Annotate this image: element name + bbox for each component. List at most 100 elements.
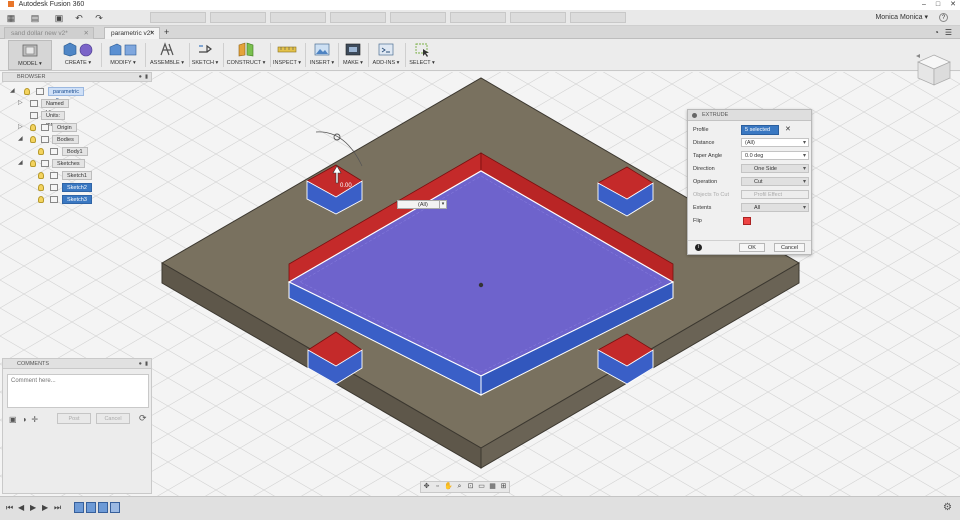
timeline-end-icon[interactable]: ⏭ xyxy=(54,503,61,513)
visibility-bulb-icon[interactable] xyxy=(38,148,44,155)
timeline-feature-sketch[interactable] xyxy=(74,502,84,513)
snapshot-icon[interactable]: ◑ xyxy=(22,415,27,424)
close-window-icon[interactable]: ✕ xyxy=(950,0,956,10)
direction-select[interactable]: One Side xyxy=(741,164,809,173)
pan-icon[interactable]: ✋ xyxy=(443,482,454,492)
notifications-icon[interactable]: ☰ xyxy=(945,27,952,38)
minimize-icon[interactable]: – xyxy=(922,0,926,10)
assemble-menu-button[interactable]: ASSEMBLE ▾ xyxy=(148,40,186,70)
cancel-comment-button[interactable]: Cancel xyxy=(96,413,130,424)
distance-field[interactable]: (All) xyxy=(741,138,809,147)
visibility-bulb-icon[interactable] xyxy=(30,160,36,167)
comments-header[interactable]: COMMENTS ● ▮ xyxy=(3,359,151,369)
profile-selection-button[interactable]: 5 selected xyxy=(741,125,779,135)
web-tab[interactable] xyxy=(570,12,626,23)
orbit-icon[interactable]: ✥ xyxy=(421,482,432,492)
create-menu-button[interactable]: CREATE ▾ xyxy=(58,40,98,70)
look-at-icon[interactable]: ▫ xyxy=(432,482,443,492)
sketch-menu-button[interactable]: SKETCH ▾ xyxy=(190,40,220,70)
expand-arrow-icon[interactable]: ◢ xyxy=(18,159,24,168)
construct-menu-button[interactable]: CONSTRUCT ▾ xyxy=(226,40,266,70)
modify-menu-button[interactable]: MODIFY ▾ xyxy=(104,40,142,70)
web-tab[interactable] xyxy=(450,12,506,23)
pin-point-icon[interactable]: ✛ xyxy=(31,415,38,424)
new-tab-icon[interactable]: + xyxy=(164,27,169,38)
assemble-joint-icon xyxy=(160,42,174,56)
browser-panel-header[interactable]: BROWSER ● ▮ xyxy=(2,72,152,82)
timeline-next-icon[interactable]: ▶ xyxy=(42,503,48,513)
panel-collapse-icon[interactable]: ▮ xyxy=(145,359,148,369)
make-menu-button[interactable]: MAKE ▾ xyxy=(340,40,366,70)
inspect-menu-button[interactable]: INSPECT ▾ xyxy=(272,40,302,70)
extents-select[interactable]: All xyxy=(741,203,809,212)
maximize-icon[interactable]: □ xyxy=(936,0,940,10)
viewcube[interactable] xyxy=(914,52,954,88)
timeline-start-icon[interactable]: ⏮ xyxy=(6,503,13,513)
clear-selection-icon[interactable]: ✕ xyxy=(785,125,791,135)
ok-button[interactable]: OK xyxy=(739,243,765,252)
expand-arrow-icon[interactable]: ▷ xyxy=(18,99,24,108)
flip-toggle-icon[interactable] xyxy=(743,217,751,225)
ribbon-label: MODIFY ▾ xyxy=(110,60,136,66)
zoom-icon[interactable]: ⌕ xyxy=(454,482,465,492)
insert-menu-button[interactable]: INSERT ▾ xyxy=(308,40,336,70)
file-menu-icon[interactable]: ▤ xyxy=(30,13,40,23)
visibility-bulb-icon[interactable] xyxy=(24,88,30,95)
job-status-icon[interactable]: ◔ xyxy=(934,27,939,38)
doc-tab-parametric[interactable]: parametric v2* ✕ xyxy=(104,27,160,39)
canvas-distance-input[interactable]: (All) ▾ xyxy=(397,200,447,209)
display-settings-icon[interactable]: ▭ xyxy=(476,482,487,492)
help-icon[interactable]: ? xyxy=(939,13,948,22)
camera-icon[interactable]: ▣ xyxy=(9,415,17,424)
user-menu[interactable]: Monica Monica ▾ xyxy=(875,13,928,23)
dropdown-arrow-icon[interactable]: ▾ xyxy=(439,200,446,209)
taper-label: Taper Angle xyxy=(693,153,723,159)
expand-arrow-icon[interactable]: ◢ xyxy=(10,87,16,96)
visibility-bulb-icon[interactable] xyxy=(38,172,44,179)
home-view-icon[interactable] xyxy=(916,54,920,58)
web-tab[interactable] xyxy=(210,12,266,23)
refresh-icon[interactable]: ⟳ xyxy=(139,413,147,424)
web-tab[interactable] xyxy=(510,12,566,23)
operation-select[interactable]: Cut xyxy=(741,177,809,186)
extrude-dialog-header[interactable]: EXTRUDE xyxy=(688,110,811,121)
comment-input[interactable] xyxy=(7,374,149,408)
timeline-feature-extrude[interactable] xyxy=(86,502,96,513)
ribbon-label: ADD-INS ▾ xyxy=(372,60,400,66)
timeline-feature-sketch[interactable] xyxy=(98,502,108,513)
fit-icon[interactable]: ⊡ xyxy=(465,482,476,492)
workspace-switcher-button[interactable]: MODEL ▾ xyxy=(8,40,52,70)
web-tab[interactable] xyxy=(330,12,386,23)
select-menu-button[interactable]: SELECT ▾ xyxy=(407,40,437,70)
grid-settings-icon[interactable]: ▦ xyxy=(487,482,498,492)
add-ins-menu-button[interactable]: ADD-INS ▾ xyxy=(370,40,402,70)
web-tab[interactable] xyxy=(390,12,446,23)
doc-tab-actions: ◔ ☰ xyxy=(934,27,952,38)
undo-icon[interactable]: ↶ xyxy=(74,13,84,23)
panel-collapse-icon[interactable]: ▮ xyxy=(145,73,148,81)
objects-to-cut-row: Objects To Cut Profil Effect xyxy=(693,190,809,200)
gear-icon[interactable]: ⚙ xyxy=(943,502,952,513)
taper-angle-field[interactable]: 0.0 deg xyxy=(741,151,809,160)
visibility-bulb-icon[interactable] xyxy=(30,124,36,131)
doc-tab-sand-dollar[interactable]: sand dollar new v2* ✕ xyxy=(4,27,94,39)
visibility-bulb-icon[interactable] xyxy=(38,196,44,203)
cancel-button[interactable]: Cancel xyxy=(774,243,805,252)
data-panel-grid-icon[interactable]: ▦ xyxy=(6,13,16,23)
expand-arrow-icon[interactable]: ▷ xyxy=(18,123,24,132)
timeline-prev-icon[interactable]: ◀ xyxy=(18,503,24,513)
timeline-feature-extrude-active[interactable] xyxy=(110,502,120,513)
visibility-bulb-icon[interactable] xyxy=(38,184,44,191)
web-tab[interactable] xyxy=(270,12,326,23)
post-comment-button[interactable]: Post xyxy=(57,413,91,424)
viewports-icon[interactable]: ⊞ xyxy=(498,482,509,492)
panel-pin-icon[interactable]: ● xyxy=(139,73,142,81)
redo-icon[interactable]: ↷ xyxy=(94,13,104,23)
panel-pin-icon[interactable]: ● xyxy=(139,359,142,369)
save-icon[interactable]: ▣ xyxy=(54,13,64,23)
info-icon[interactable]: i xyxy=(695,244,702,251)
web-tab[interactable] xyxy=(150,12,206,23)
visibility-bulb-icon[interactable] xyxy=(30,136,36,143)
timeline-play-icon[interactable]: ▶ xyxy=(30,503,36,513)
expand-arrow-icon[interactable]: ◢ xyxy=(18,135,24,144)
